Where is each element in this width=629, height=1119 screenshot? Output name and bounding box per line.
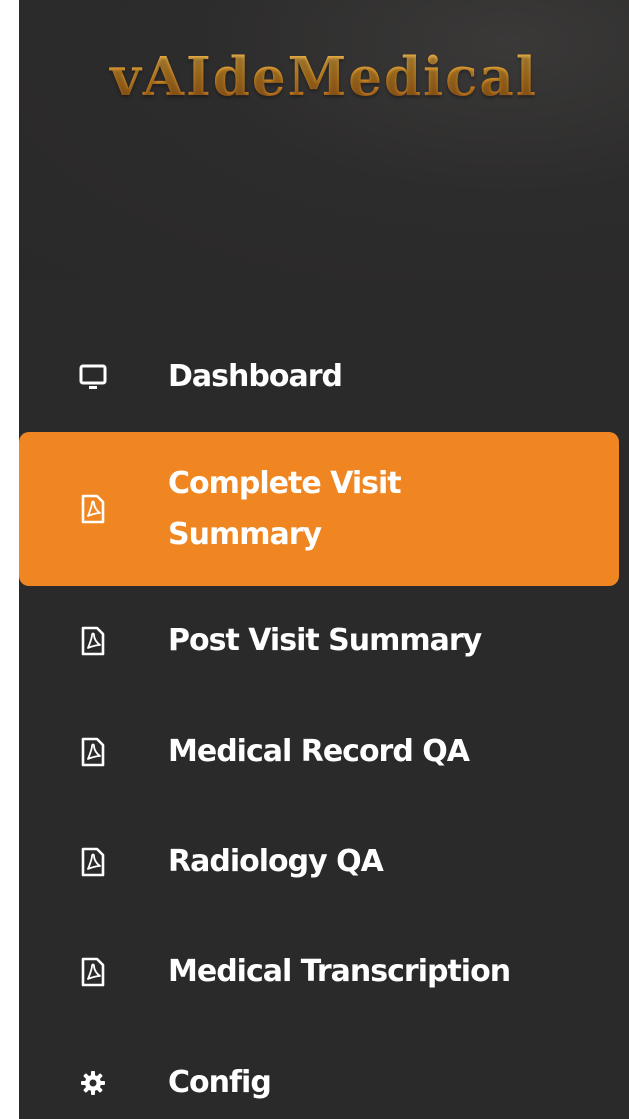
monitor-icon [77,361,109,393]
pdf-file-icon [77,493,109,525]
sidebar-item-config[interactable]: Config [19,1057,619,1109]
app-logo[interactable]: vAIdeMedical [19,46,629,108]
sidebar-item-complete-visit-summary[interactable]: Complete Visit Summary [19,432,619,586]
sidebar-item-label: Post Visit Summary [168,623,482,658]
sidebar-item-medical-record-qa[interactable]: Medical Record QA [19,726,619,778]
logo-area: vAIdeMedical [19,0,629,280]
sidebar-item-label: Radiology QA [168,844,384,879]
sidebar-item-post-visit-summary[interactable]: Post Visit Summary [19,615,619,667]
pdf-file-icon [77,736,109,768]
sidebar-item-label: Medical Record QA [168,734,470,769]
sidebar-item-label: Config [168,1065,272,1100]
sidebar-item-radiology-qa[interactable]: Radiology QA [19,836,619,888]
sidebar: vAIdeMedical Dashboard Complete Visit Su… [19,0,629,1119]
sidebar-item-dashboard[interactable]: Dashboard [19,351,619,403]
sidebar-item-label: Complete Visit Summary [168,466,402,552]
pdf-file-icon [77,846,109,878]
pdf-file-icon [77,956,109,988]
pdf-file-icon [77,625,109,657]
sidebar-item-label: Medical Transcription [168,954,511,989]
sidebar-item-medical-transcription[interactable]: Medical Transcription [19,946,619,998]
sidebar-item-label: Dashboard [168,359,343,394]
gear-icon [77,1067,109,1099]
